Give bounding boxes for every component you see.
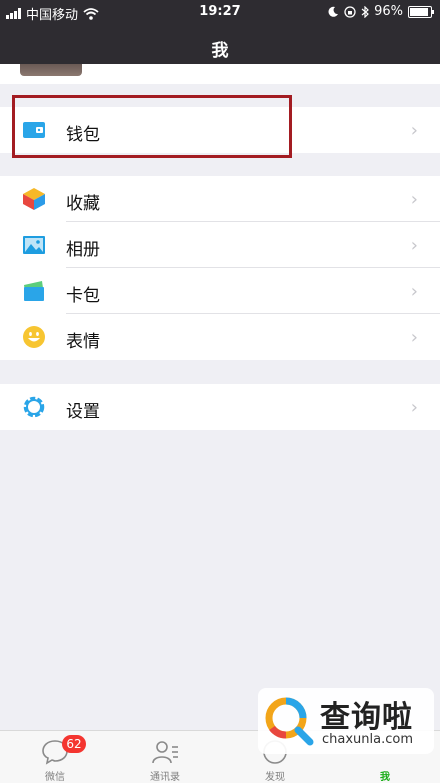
menu-item-album[interactable]: 相册 › bbox=[0, 222, 440, 268]
menu-item-label: 相册 bbox=[66, 240, 100, 260]
contacts-icon bbox=[152, 741, 178, 764]
card-pack-icon bbox=[24, 281, 44, 301]
avatar[interactable] bbox=[20, 64, 82, 76]
tab-label: 通讯录 bbox=[150, 772, 180, 783]
settings-group: 设置 › bbox=[0, 384, 440, 430]
menu-item-card-pack[interactable]: 卡包 › bbox=[0, 268, 440, 314]
favorites-cube-icon bbox=[23, 188, 45, 210]
menu-item-favorites[interactable]: 收藏 › bbox=[0, 176, 440, 222]
chevron-right-icon: › bbox=[410, 189, 418, 210]
moon-icon bbox=[328, 6, 339, 17]
watermark-brand: 查询啦 bbox=[320, 700, 413, 735]
chevron-right-icon: › bbox=[410, 327, 418, 348]
menu-item-label: 收藏 bbox=[66, 194, 100, 214]
bluetooth-icon bbox=[361, 5, 369, 18]
chevron-right-icon: › bbox=[410, 397, 418, 418]
top-bar: 中国移动 19:27 96% 我 bbox=[0, 0, 440, 64]
watermark: 查询啦 chaxunla.com bbox=[258, 688, 434, 754]
menu-item-settings[interactable]: 设置 › bbox=[0, 384, 440, 430]
rotation-lock-icon bbox=[344, 5, 356, 18]
tab-chats[interactable]: 62 微信 bbox=[0, 733, 110, 783]
magnifier-logo-icon bbox=[265, 697, 314, 746]
battery-icon bbox=[408, 5, 434, 18]
album-icon bbox=[23, 236, 45, 254]
tab-label: 微信 bbox=[45, 772, 65, 783]
menu-item-label: 卡包 bbox=[66, 286, 100, 306]
tab-label: 我 bbox=[380, 772, 390, 783]
menu-item-stickers[interactable]: 表情 › bbox=[0, 314, 440, 360]
chevron-right-icon: › bbox=[410, 120, 418, 141]
tab-label: 发现 bbox=[265, 772, 285, 783]
tab-contacts[interactable]: 通讯录 bbox=[110, 733, 220, 783]
page-title: 我 bbox=[211, 41, 229, 61]
chevron-right-icon: › bbox=[410, 281, 418, 302]
chevron-right-icon: › bbox=[410, 235, 418, 256]
status-bar: 中国移动 19:27 96% bbox=[0, 0, 440, 24]
highlight-box bbox=[12, 95, 292, 158]
smiley-icon bbox=[23, 326, 45, 348]
watermark-url: chaxunla.com bbox=[322, 732, 413, 747]
unread-badge: 62 bbox=[62, 735, 86, 753]
gear-icon bbox=[23, 396, 45, 418]
battery-percent: 96% bbox=[374, 4, 403, 19]
menu-item-label: 设置 bbox=[66, 402, 100, 422]
favorites-group: 收藏 › 相册 › 卡包 › 表情 › bbox=[0, 176, 440, 360]
menu-item-label: 表情 bbox=[66, 332, 100, 352]
